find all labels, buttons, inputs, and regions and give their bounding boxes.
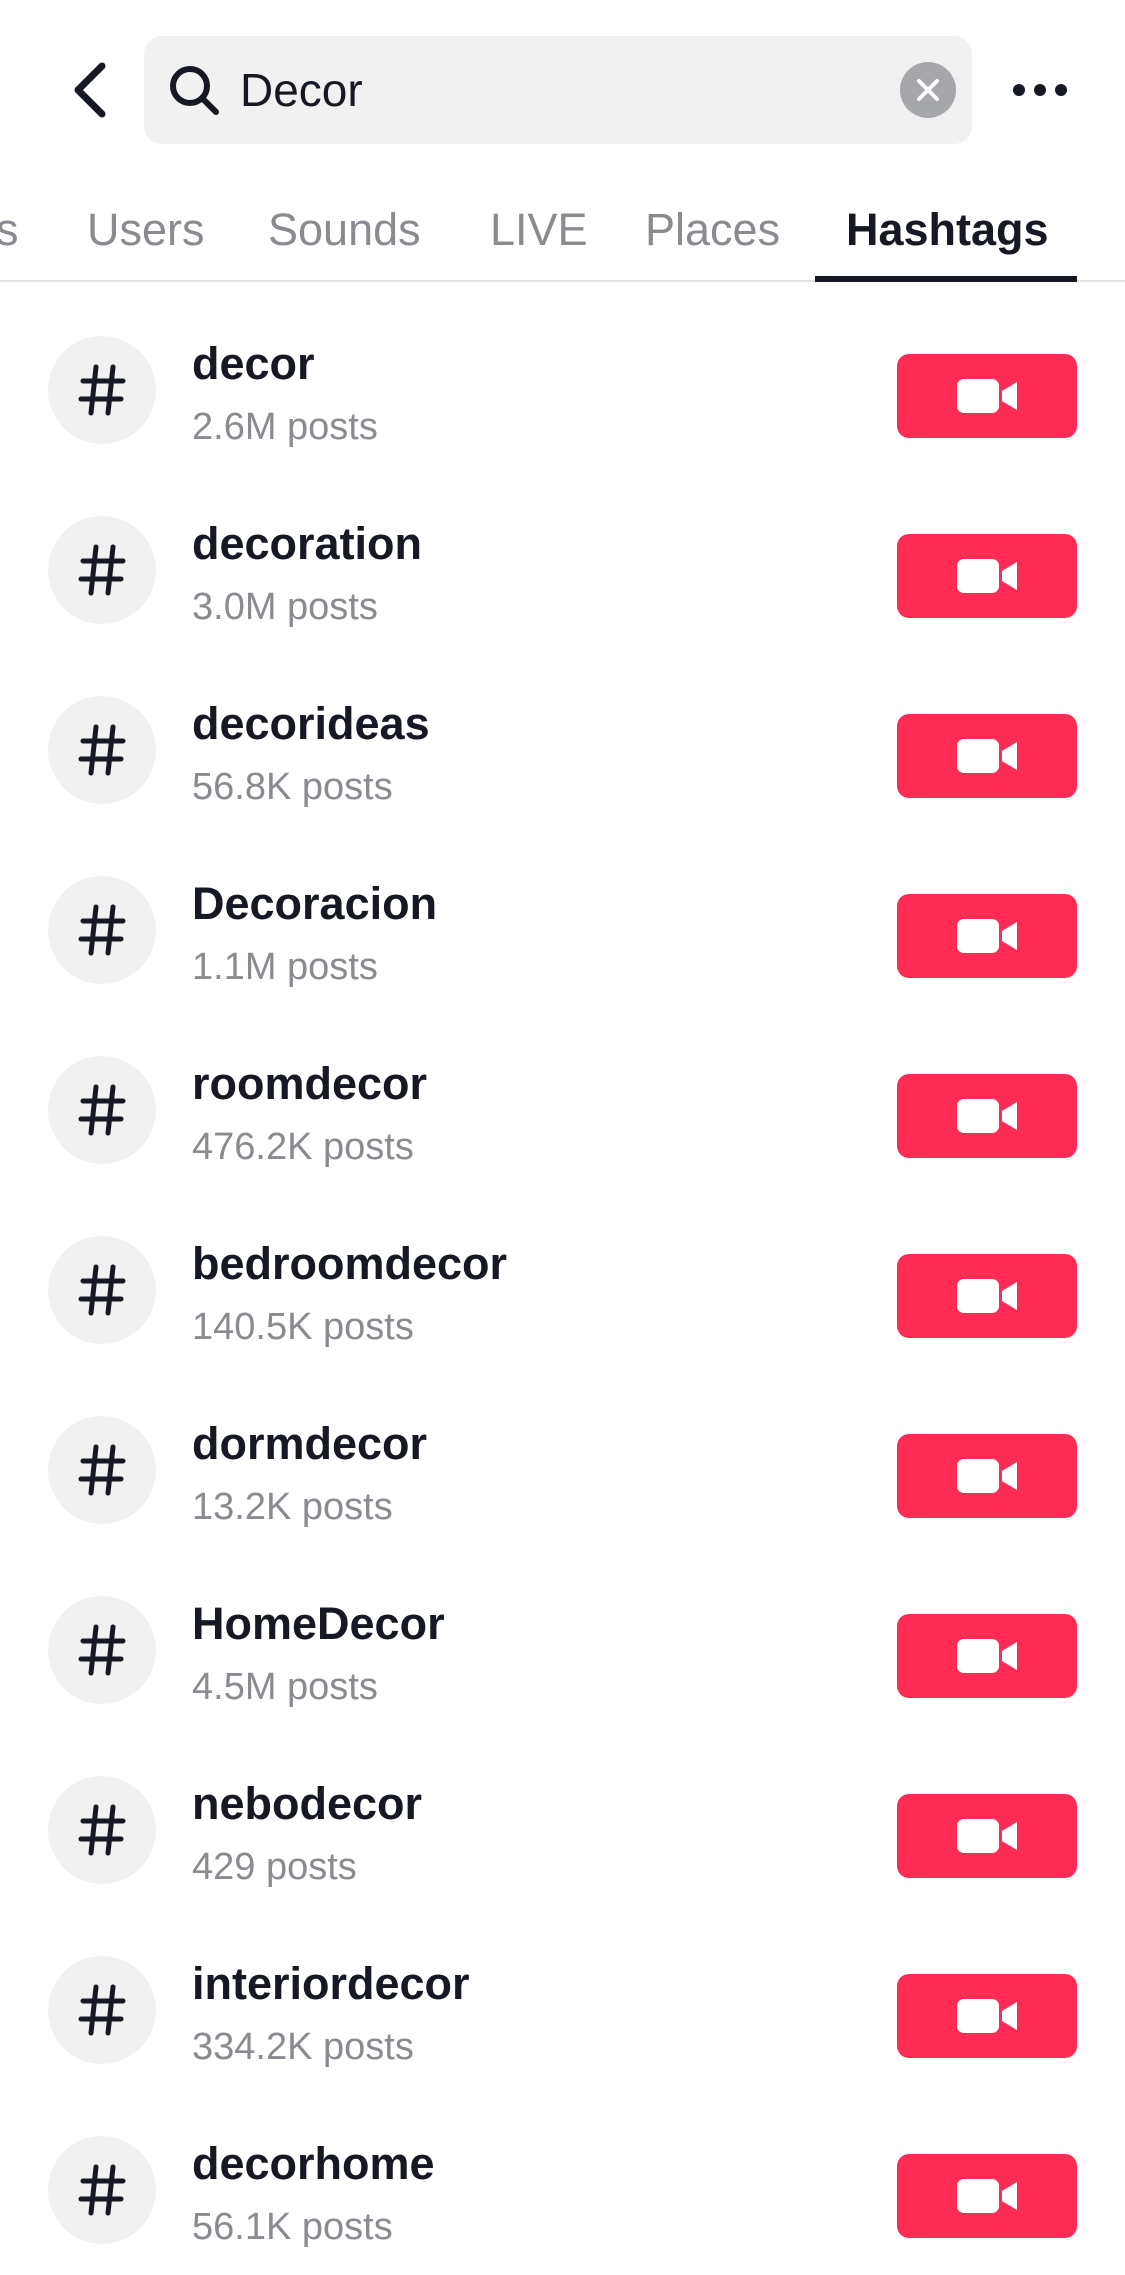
hashtag-name: decor <box>192 338 315 389</box>
video-camera-icon <box>957 1279 1017 1313</box>
hashtag-icon <box>78 544 126 596</box>
tab-sounds[interactable]: Sounds <box>268 180 421 280</box>
hashtag-avatar <box>48 1776 156 1884</box>
video-camera-icon <box>957 1819 1017 1853</box>
hashtag-icon <box>78 2164 126 2216</box>
hashtag-post-count: 4.5M posts <box>192 1666 378 1708</box>
tab-hashtags[interactable]: Hashtags <box>846 180 1049 280</box>
hashtag-name: roomdecor <box>192 1058 428 1109</box>
tab-partial[interactable]: s <box>0 180 19 280</box>
hashtag-row-8[interactable]: nebodecor 429 posts <box>0 1722 1125 1902</box>
back-button[interactable] <box>54 54 126 126</box>
hashtag-avatar <box>48 336 156 444</box>
record-video-button[interactable] <box>897 2154 1077 2238</box>
hashtag-icon <box>78 904 126 956</box>
hashtag-name: decorideas <box>192 698 430 749</box>
video-camera-icon <box>957 2179 1017 2213</box>
hashtag-name: nebodecor <box>192 1778 423 1829</box>
hashtag-avatar <box>48 1956 156 2064</box>
tab-live[interactable]: LIVE <box>490 180 588 280</box>
hashtag-row-2[interactable]: decorideas 56.8K posts <box>0 642 1125 822</box>
close-icon <box>917 79 939 101</box>
video-camera-icon <box>957 379 1017 413</box>
hashtag-row-7[interactable]: HomeDecor 4.5M posts <box>0 1542 1125 1722</box>
video-camera-icon <box>957 1459 1017 1493</box>
video-camera-icon <box>957 1999 1017 2033</box>
record-video-button[interactable] <box>897 714 1077 798</box>
hashtag-avatar <box>48 2136 156 2244</box>
search-input[interactable] <box>240 36 840 144</box>
video-camera-icon <box>957 559 1017 593</box>
search-icon <box>170 66 219 115</box>
hashtag-post-count: 56.8K posts <box>192 766 393 808</box>
hashtag-name: decorhome <box>192 2138 435 2189</box>
hashtag-post-count: 476.2K posts <box>192 1126 414 1168</box>
record-video-button[interactable] <box>897 1614 1077 1698</box>
hashtag-icon <box>78 364 126 416</box>
hashtag-avatar <box>48 516 156 624</box>
hashtag-avatar <box>48 1236 156 1344</box>
hashtag-row-6[interactable]: dormdecor 13.2K posts <box>0 1362 1125 1542</box>
search-header <box>0 0 1125 180</box>
hashtag-icon <box>78 1804 126 1856</box>
hashtag-post-count: 2.6M posts <box>192 406 378 448</box>
hashtag-post-count: 56.1K posts <box>192 2206 393 2248</box>
record-video-button[interactable] <box>897 1434 1077 1518</box>
hashtag-post-count: 3.0M posts <box>192 586 378 628</box>
tab-places[interactable]: Places <box>645 180 780 280</box>
hashtag-row-10[interactable]: decorhome 56.1K posts <box>0 2082 1125 2262</box>
clear-search-button[interactable] <box>900 62 956 118</box>
chevron-left-icon <box>74 62 106 118</box>
video-camera-icon <box>957 1099 1017 1133</box>
hashtag-avatar <box>48 1056 156 1164</box>
video-camera-icon <box>957 1639 1017 1673</box>
hashtag-row-9[interactable]: interiordecor 334.2K posts <box>0 1902 1125 2082</box>
record-video-button[interactable] <box>897 354 1077 438</box>
hashtag-name: dormdecor <box>192 1418 428 1469</box>
hashtag-icon <box>78 1084 126 1136</box>
hashtag-row-1[interactable]: decoration 3.0M posts <box>0 462 1125 642</box>
hashtag-avatar <box>48 1416 156 1524</box>
hashtag-avatar <box>48 696 156 804</box>
hashtag-name: HomeDecor <box>192 1598 445 1649</box>
hashtag-row-5[interactable]: bedroomdecor 140.5K posts <box>0 1182 1125 1362</box>
hashtag-row-4[interactable]: roomdecor 476.2K posts <box>0 1002 1125 1182</box>
hashtag-avatar <box>48 1596 156 1704</box>
hashtag-icon <box>78 1984 126 2036</box>
hashtag-icon <box>78 1264 126 1316</box>
more-horizontal-icon <box>1013 84 1067 96</box>
search-tabs: s Users Sounds LIVE Places Hashtags <box>0 180 1125 282</box>
record-video-button[interactable] <box>897 1974 1077 2058</box>
record-video-button[interactable] <box>897 894 1077 978</box>
hashtag-post-count: 334.2K posts <box>192 2026 414 2068</box>
hashtag-post-count: 429 posts <box>192 1846 357 1888</box>
record-video-button[interactable] <box>897 1254 1077 1338</box>
hashtag-post-count: 13.2K posts <box>192 1486 393 1528</box>
record-video-button[interactable] <box>897 534 1077 618</box>
hashtag-name: bedroomdecor <box>192 1238 508 1289</box>
hashtag-icon <box>78 724 126 776</box>
hashtag-post-count: 140.5K posts <box>192 1306 414 1348</box>
hashtag-post-count: 1.1M posts <box>192 946 378 988</box>
hashtag-row-3[interactable]: Decoracion 1.1M posts <box>0 822 1125 1002</box>
search-box[interactable] <box>144 36 972 144</box>
hashtag-icon <box>78 1444 126 1496</box>
more-options-button[interactable] <box>1004 54 1076 126</box>
tab-users[interactable]: Users <box>87 180 205 280</box>
hashtag-name: Decoracion <box>192 878 438 929</box>
hashtag-name: interiordecor <box>192 1958 470 2009</box>
video-camera-icon <box>957 739 1017 773</box>
record-video-button[interactable] <box>897 1794 1077 1878</box>
hashtag-name: decoration <box>192 518 423 569</box>
hashtag-icon <box>78 1624 126 1676</box>
hashtag-row-0[interactable]: decor 2.6M posts <box>0 282 1125 462</box>
hashtag-avatar <box>48 876 156 984</box>
video-camera-icon <box>957 919 1017 953</box>
record-video-button[interactable] <box>897 1074 1077 1158</box>
hashtag-list: decor 2.6M posts decoration 3.0M posts d… <box>0 282 1125 2262</box>
